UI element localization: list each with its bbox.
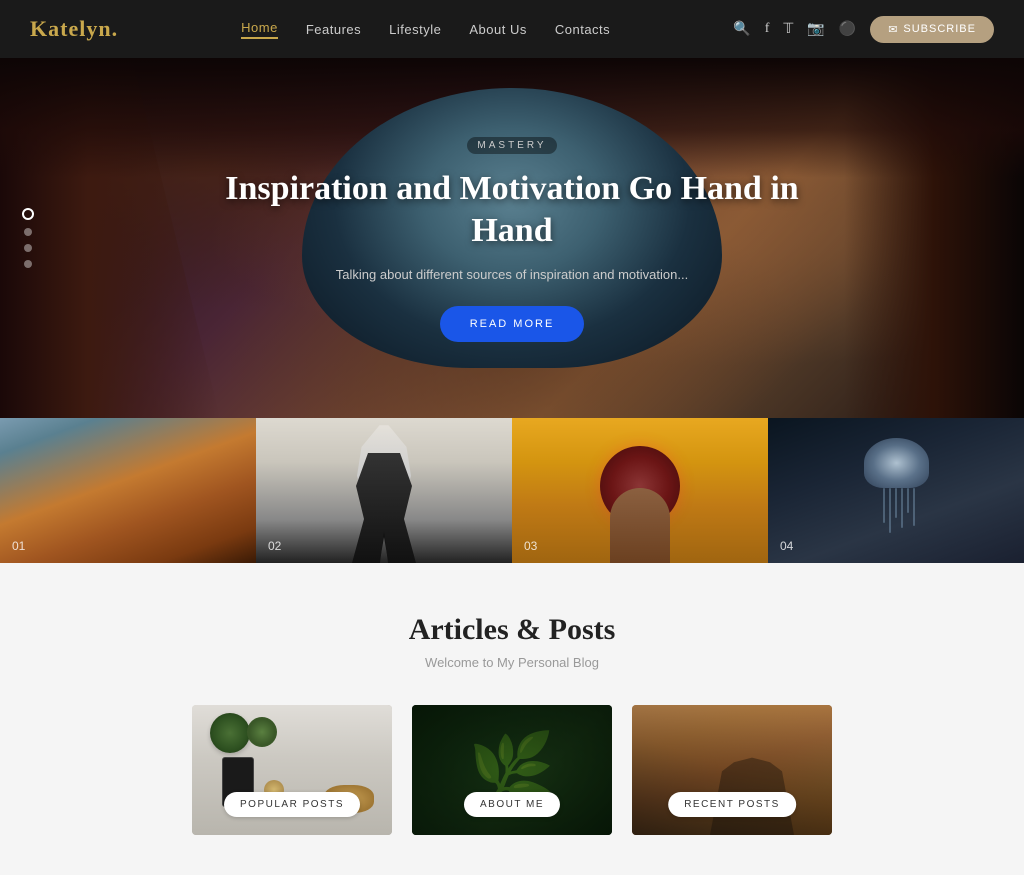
- slide-dot-2[interactable]: [24, 228, 32, 236]
- recent-posts-button[interactable]: RECENT POSTS: [668, 792, 796, 817]
- articles-title: Articles & Posts: [100, 613, 924, 647]
- jellyfish-decoration: [861, 438, 931, 518]
- hero-content: MASTERY Inspiration and Motivation Go Ha…: [202, 135, 822, 342]
- subscribe-icon: ✉: [888, 23, 898, 36]
- articles-section: Articles & Posts Welcome to My Personal …: [0, 563, 1024, 875]
- main-nav: Home Features Lifestyle About Us Contact…: [241, 20, 610, 39]
- subscribe-label: SUBSCRIBE: [903, 23, 976, 35]
- nav-features[interactable]: Features: [306, 22, 361, 37]
- read-more-button[interactable]: READ MORE: [440, 306, 585, 342]
- gallery-item-3[interactable]: 03: [512, 418, 768, 563]
- gallery-row: 01 02 03: [0, 418, 1024, 563]
- post-card-recent[interactable]: RECENT POSTS: [632, 705, 832, 835]
- gallery-item-1[interactable]: 01: [0, 418, 256, 563]
- posts-grid: POPULAR POSTS 🌿 ABOUT ME RECENT POSTS: [100, 705, 924, 835]
- gallery-num-3: 03: [524, 539, 537, 553]
- twitter-icon[interactable]: 𝕋: [783, 21, 793, 38]
- hero-section: MASTERY Inspiration and Motivation Go Ha…: [0, 58, 1024, 418]
- gallery-item-4[interactable]: 04: [768, 418, 1024, 563]
- post-card-popular[interactable]: POPULAR POSTS: [192, 705, 392, 835]
- gallery-num-4: 04: [780, 539, 793, 553]
- post-card-about[interactable]: 🌿 ABOUT ME: [412, 705, 612, 835]
- facebook-icon[interactable]: f: [765, 21, 770, 37]
- logo-dot: .: [112, 16, 119, 41]
- nav-home[interactable]: Home: [241, 20, 278, 39]
- nav-contacts[interactable]: Contacts: [555, 22, 610, 37]
- slide-dot-3[interactable]: [24, 244, 32, 252]
- dribbble-icon[interactable]: ⚫: [839, 21, 856, 38]
- hero-tag: MASTERY: [467, 137, 556, 154]
- slide-dot-4[interactable]: [24, 260, 32, 268]
- instagram-icon[interactable]: 📷: [807, 21, 824, 38]
- articles-subtitle: Welcome to My Personal Blog: [100, 655, 924, 670]
- slide-dot-1[interactable]: [22, 208, 34, 220]
- nav-lifestyle[interactable]: Lifestyle: [389, 22, 441, 37]
- about-me-button[interactable]: ABOUT ME: [464, 792, 560, 817]
- gallery-item-2[interactable]: 02: [256, 418, 512, 563]
- gallery-num-1: 01: [12, 539, 25, 553]
- slide-indicators: [22, 208, 34, 268]
- subscribe-button[interactable]: ✉ SUBSCRIBE: [870, 16, 994, 43]
- logo[interactable]: Katelyn.: [30, 16, 118, 42]
- hero-subtitle: Talking about different sources of inspi…: [202, 267, 822, 282]
- nav-about[interactable]: About Us: [469, 22, 526, 37]
- header: Katelyn. Home Features Lifestyle About U…: [0, 0, 1024, 58]
- hero-title: Inspiration and Motivation Go Hand in Ha…: [202, 168, 822, 253]
- header-actions: 🔍 f 𝕋 📷 ⚫ ✉ SUBSCRIBE: [733, 16, 994, 43]
- logo-text: Katelyn: [30, 16, 112, 41]
- gallery-num-2: 02: [268, 539, 281, 553]
- search-icon[interactable]: 🔍: [733, 21, 750, 38]
- popular-posts-button[interactable]: POPULAR POSTS: [224, 792, 360, 817]
